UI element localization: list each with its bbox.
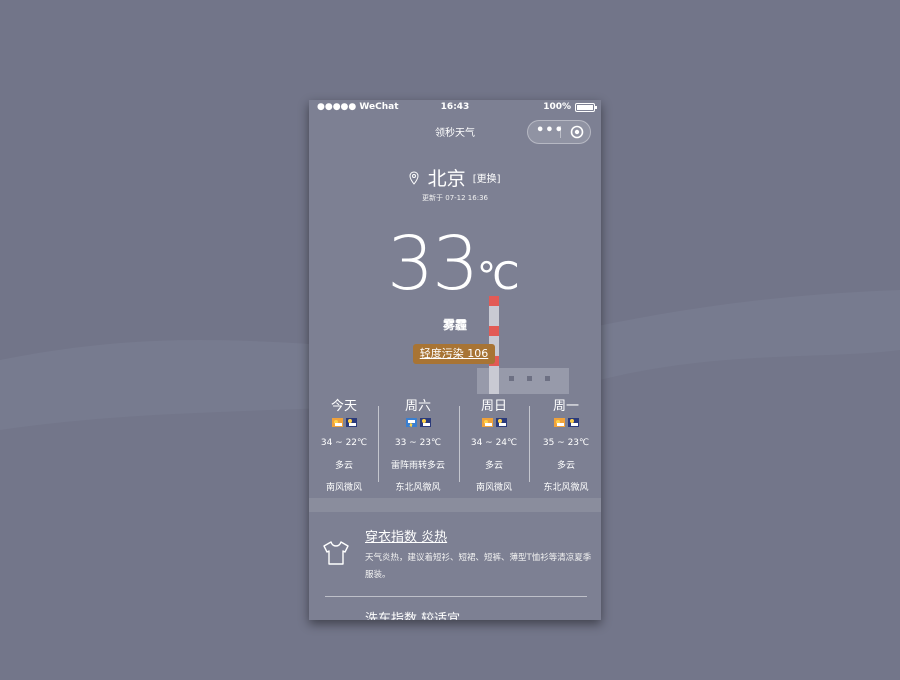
forecast-wind: 南风微风: [325, 483, 362, 493]
capsule-divider: [560, 126, 561, 138]
aqi-badge[interactable]: 轻度污染 106: [413, 344, 495, 364]
clothing-index-description: 天气炎热，建议着短衫、短裙、短裤、薄型T恤衫等清凉夏季服装。: [365, 553, 592, 580]
forecast-temp-range: 33 ~ 23℃: [394, 438, 442, 448]
sun-cloud-icon: [481, 418, 493, 427]
forecast-condition: 多云: [556, 461, 575, 471]
forecast-temp-range: 34 ~ 22℃: [320, 438, 368, 448]
location-bar: 北京 [更换]: [309, 164, 601, 191]
forecast-condition: 多云: [484, 461, 503, 471]
city-name: 北京: [427, 168, 466, 190]
forecast-day-name: 周日: [480, 399, 507, 414]
forecast-temp-range: 34 ~ 24℃: [470, 438, 518, 448]
forecast-row: 今天 34 ~ 22℃ 多云 南风微风 周六 33 ~ 23℃ 雷阵雨转多云 东…: [309, 396, 601, 496]
change-city-button[interactable]: [更换]: [473, 174, 501, 185]
t-shirt-icon: [323, 541, 349, 565]
sun-cloud-icon: [331, 418, 343, 427]
forecast-day: 周日 34 ~ 24℃ 多云 南风微风: [459, 396, 529, 493]
night-cloud-icon: [567, 418, 579, 427]
forecast-wind: 南风微风: [475, 483, 512, 493]
forecast-temp-range: 35 ~ 23℃: [542, 438, 590, 448]
night-cloud-icon: [345, 418, 357, 427]
forecast-wind: 东北风微风: [543, 483, 589, 493]
forecast-wind: 东北风微风: [395, 483, 441, 493]
life-index-list: 穿衣指数 炎热 天气炎热，建议着短衫、短裙、短裤、薄型T恤衫等清凉夏季服装。 洗…: [309, 512, 601, 620]
forecast-day: 今天 34 ~ 22℃ 多云 南风微风: [309, 396, 379, 493]
battery-icon: [575, 102, 597, 112]
forecast-day: 周六 33 ~ 23℃ 雷阵雨转多云 东北风微风: [383, 396, 453, 493]
temperature-unit: ℃: [477, 254, 520, 298]
forecast-day-name: 今天: [330, 399, 357, 414]
night-cloud-icon: [419, 418, 431, 427]
forecast-day: 周一 35 ~ 23℃ 多云 东北风微风: [531, 396, 601, 493]
factory-chimney-icon: [477, 296, 569, 394]
status-bar: ●●●●● WeChat 16:43 100%: [309, 100, 601, 116]
battery-percent: 100%: [543, 102, 571, 112]
forecast-day-name: 周六: [404, 399, 431, 414]
current-temperature: 33: [387, 221, 479, 307]
forecast-divider: [378, 406, 379, 482]
mini-program-capsule: •••: [527, 120, 591, 144]
thunder-rain-icon: [405, 418, 417, 427]
phone-screen: ●●●●● WeChat 16:43 100% 领秒天气 ••• 北京 [更换]…: [309, 100, 601, 620]
carwash-index-title[interactable]: 洗车指数 较适宜: [365, 608, 460, 620]
sun-cloud-icon: [553, 418, 565, 427]
forecast-day-name: 周一: [552, 399, 579, 414]
battery-status: 100%: [543, 102, 597, 112]
forecast-condition: 雷阵雨转多云: [390, 461, 445, 471]
update-time: 更新于 07-12 16:36: [422, 194, 488, 202]
forecast-condition: 多云: [334, 461, 353, 471]
current-condition: 雾霾: [442, 318, 467, 332]
location-pin-icon: [409, 170, 419, 185]
index-divider: [325, 596, 587, 597]
clothing-index-title[interactable]: 穿衣指数 炎热: [365, 526, 447, 545]
night-cloud-icon: [495, 418, 507, 427]
close-circle-icon[interactable]: [570, 125, 584, 139]
section-separator: [309, 498, 601, 512]
forecast-divider: [529, 406, 530, 482]
